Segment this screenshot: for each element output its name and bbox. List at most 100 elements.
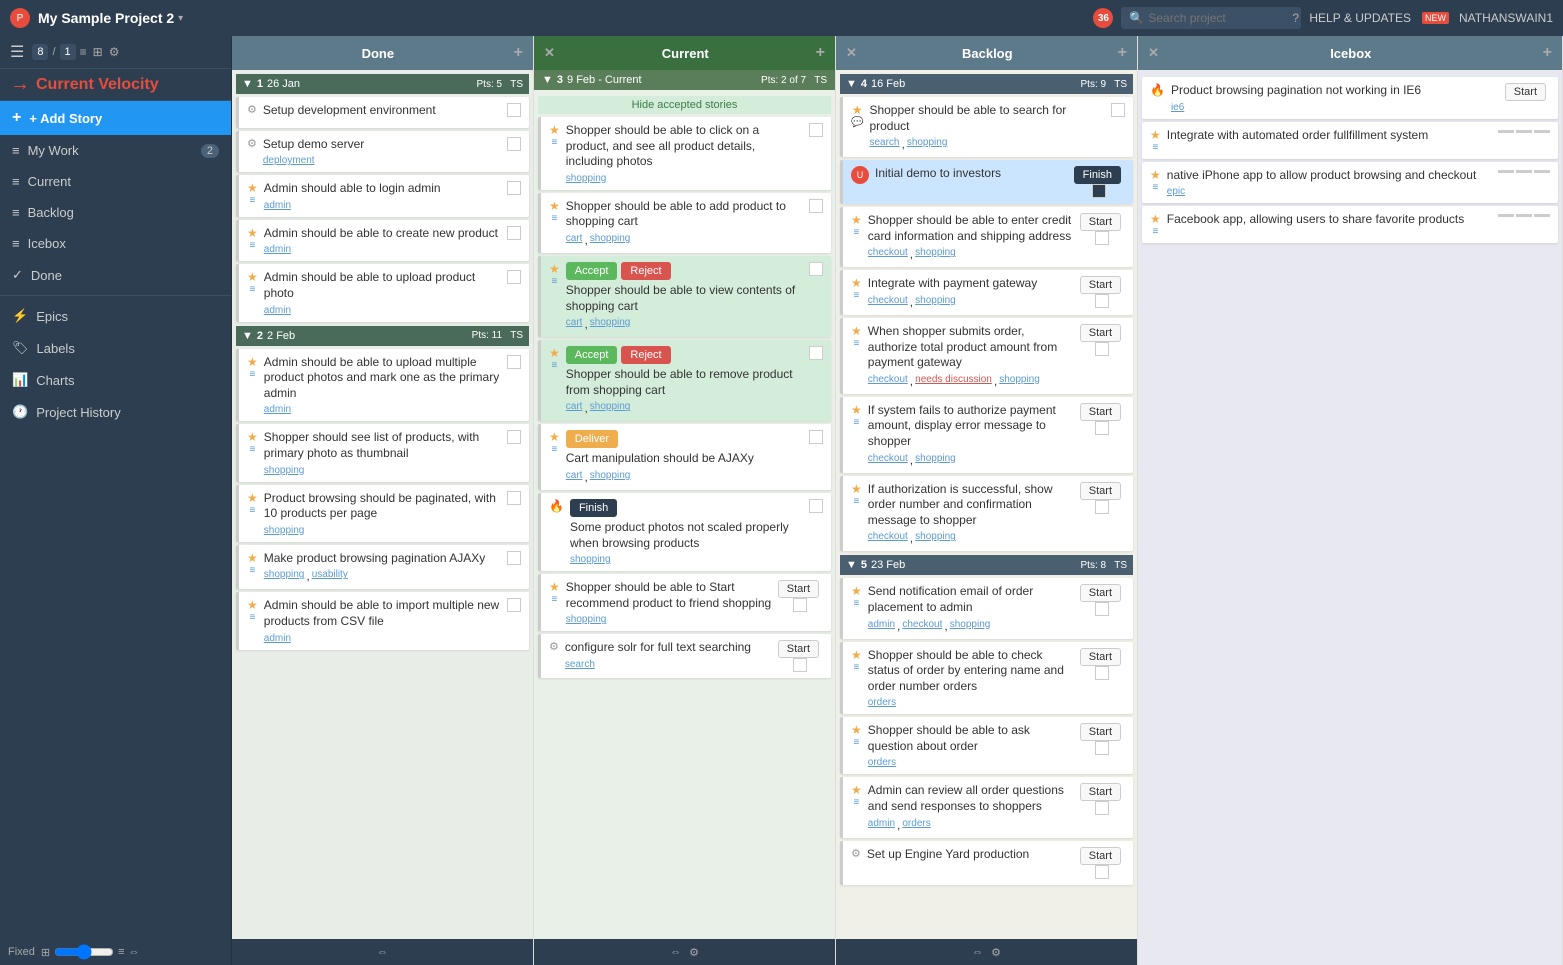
- star-icon[interactable]: ★: [851, 324, 862, 338]
- list-icon[interactable]: ≡: [80, 45, 87, 59]
- notification-badge[interactable]: 36: [1093, 8, 1113, 28]
- star-icon[interactable]: ★: [549, 580, 560, 594]
- tag-admin[interactable]: admin: [264, 200, 291, 211]
- grid-icon[interactable]: ⊞: [93, 45, 103, 59]
- start-button-cc[interactable]: Start: [1080, 213, 1121, 231]
- start-button-pg[interactable]: Start: [1080, 276, 1121, 294]
- tag-shopping[interactable]: shopping: [566, 614, 607, 625]
- start-button-engine[interactable]: Start: [1080, 847, 1121, 865]
- start-button-orderstatus[interactable]: Start: [1080, 648, 1121, 666]
- star-icon[interactable]: ★: [247, 270, 258, 284]
- tag-admin[interactable]: admin: [264, 305, 291, 316]
- star-icon[interactable]: ★: [1150, 128, 1161, 142]
- tag-cart[interactable]: cart: [566, 233, 583, 247]
- tag-orders[interactable]: orders: [868, 697, 896, 708]
- story-checkbox[interactable]: [507, 226, 521, 240]
- star-icon[interactable]: ★: [247, 181, 258, 195]
- tag-shopping[interactable]: shopping: [264, 525, 305, 536]
- done-col-footer[interactable]: ⇔: [232, 939, 533, 965]
- current-footer-settings-icon[interactable]: ⚙: [689, 946, 699, 959]
- star-icon[interactable]: ★: [549, 199, 560, 213]
- tag-shopping[interactable]: shopping: [950, 619, 991, 633]
- gear-icon[interactable]: ⚙: [247, 103, 257, 116]
- tag-shopping[interactable]: shopping: [999, 374, 1040, 388]
- sidebar-item-labels[interactable]: 🏷 Labels: [0, 332, 231, 364]
- tag-shopping[interactable]: shopping: [590, 401, 631, 415]
- story-checkbox[interactable]: [809, 430, 823, 444]
- finish-button-demo[interactable]: Finish: [1074, 166, 1121, 184]
- ic-tag-epic[interactable]: epic: [1167, 186, 1185, 197]
- gear-icon[interactable]: ⚙: [851, 847, 861, 860]
- star-icon[interactable]: ★: [1150, 168, 1161, 182]
- tag-shopping[interactable]: shopping: [590, 317, 631, 331]
- done-col-add-icon[interactable]: +: [514, 44, 523, 62]
- story-checkbox[interactable]: [793, 598, 807, 612]
- tag-admin[interactable]: admin: [868, 619, 895, 633]
- story-checkbox[interactable]: [507, 430, 521, 444]
- story-checkbox[interactable]: [507, 598, 521, 612]
- sidebar-item-done[interactable]: ✓ Done: [0, 259, 231, 291]
- star-icon[interactable]: ★: [852, 103, 863, 117]
- story-checkbox[interactable]: [1095, 801, 1109, 815]
- expand-icon[interactable]: ⇔: [129, 946, 140, 958]
- sidebar-item-mywork[interactable]: ≡ My Work 2: [0, 135, 231, 166]
- story-checkbox[interactable]: [507, 355, 521, 369]
- backlog-col-close-icon[interactable]: ✕: [846, 45, 857, 61]
- ic-tag-ie6[interactable]: ie6: [1171, 102, 1184, 113]
- star-icon[interactable]: ★: [247, 491, 258, 505]
- start-button-review[interactable]: Start: [1080, 783, 1121, 801]
- tag-cart[interactable]: cart: [566, 401, 583, 415]
- star-icon[interactable]: ★: [549, 430, 560, 444]
- hide-accepted-bar[interactable]: Hide accepted stories: [538, 96, 831, 114]
- tag-shopping[interactable]: shopping: [907, 137, 948, 151]
- sprint-5-header[interactable]: ▼ 5 23 Feb Pts: 8 TS: [840, 555, 1133, 575]
- star-icon[interactable]: ★: [549, 346, 560, 360]
- backlog-col-footer[interactable]: ⇔ ⚙: [836, 939, 1137, 965]
- story-checkbox[interactable]: [809, 499, 823, 513]
- story-checkbox[interactable]: [507, 491, 521, 505]
- story-checkbox[interactable]: [1092, 184, 1106, 198]
- tag-checkout[interactable]: checkout: [868, 531, 908, 545]
- star-icon[interactable]: ★: [247, 551, 258, 565]
- star-icon[interactable]: ★: [851, 403, 862, 417]
- story-checkbox[interactable]: [1095, 865, 1109, 879]
- sprint-1-header[interactable]: ▼ 1 26 Jan Pts: 5 TS: [236, 74, 529, 94]
- start-button-solr[interactable]: Start: [778, 640, 819, 658]
- story-checkbox[interactable]: [809, 262, 823, 276]
- zoom-slider[interactable]: [54, 944, 114, 960]
- current-col-close-icon[interactable]: ✕: [544, 45, 555, 61]
- tag-shopping[interactable]: shopping: [590, 233, 631, 247]
- tag-search[interactable]: search: [869, 137, 899, 151]
- tag-checkout[interactable]: checkout: [868, 453, 908, 467]
- tag-shopping[interactable]: shopping: [915, 453, 956, 467]
- tag-shopping[interactable]: shopping: [264, 569, 305, 583]
- sidebar-item-icebox[interactable]: ≡ Icebox: [0, 228, 231, 259]
- help-updates-label[interactable]: HELP & UPDATES: [1309, 11, 1411, 25]
- tag-shopping[interactable]: shopping: [264, 465, 305, 476]
- sidebar-item-history[interactable]: 🕐 Project History: [0, 396, 231, 428]
- story-checkbox[interactable]: [507, 103, 521, 117]
- tag-checkout[interactable]: checkout: [868, 247, 908, 261]
- icebox-col-add-icon[interactable]: +: [1543, 44, 1552, 62]
- tag-deployment[interactable]: deployment: [263, 155, 315, 166]
- sidebar-item-epics[interactable]: ⚡ Epics: [0, 300, 231, 332]
- reject-button[interactable]: Reject: [621, 262, 670, 280]
- reject-button2[interactable]: Reject: [621, 346, 670, 364]
- sprint-2-header[interactable]: ▼ 2 2 Feb Pts: 11 TS: [236, 326, 529, 346]
- start-button-recommend[interactable]: Start: [778, 580, 819, 598]
- story-checkbox[interactable]: [1095, 500, 1109, 514]
- tag-admin[interactable]: admin: [264, 404, 291, 415]
- star-icon[interactable]: ★: [247, 598, 258, 612]
- tag-shopping[interactable]: shopping: [570, 554, 611, 565]
- start-button-authsuccess[interactable]: Start: [1080, 482, 1121, 500]
- current-sprint-header[interactable]: ▼ 3 9 Feb - Current Pts: 2 of 7 TS: [534, 70, 835, 90]
- tag-cart[interactable]: cart: [566, 317, 583, 331]
- backlog-footer-settings-icon[interactable]: ⚙: [991, 946, 1001, 959]
- story-checkbox[interactable]: [1095, 342, 1109, 356]
- tag-search[interactable]: search: [565, 659, 595, 670]
- story-checkbox[interactable]: [1095, 602, 1109, 616]
- star-icon[interactable]: ★: [851, 482, 862, 496]
- start-button-auth[interactable]: Start: [1080, 324, 1121, 342]
- backlog-col-add-icon[interactable]: +: [1118, 44, 1127, 62]
- start-button-email[interactable]: Start: [1080, 584, 1121, 602]
